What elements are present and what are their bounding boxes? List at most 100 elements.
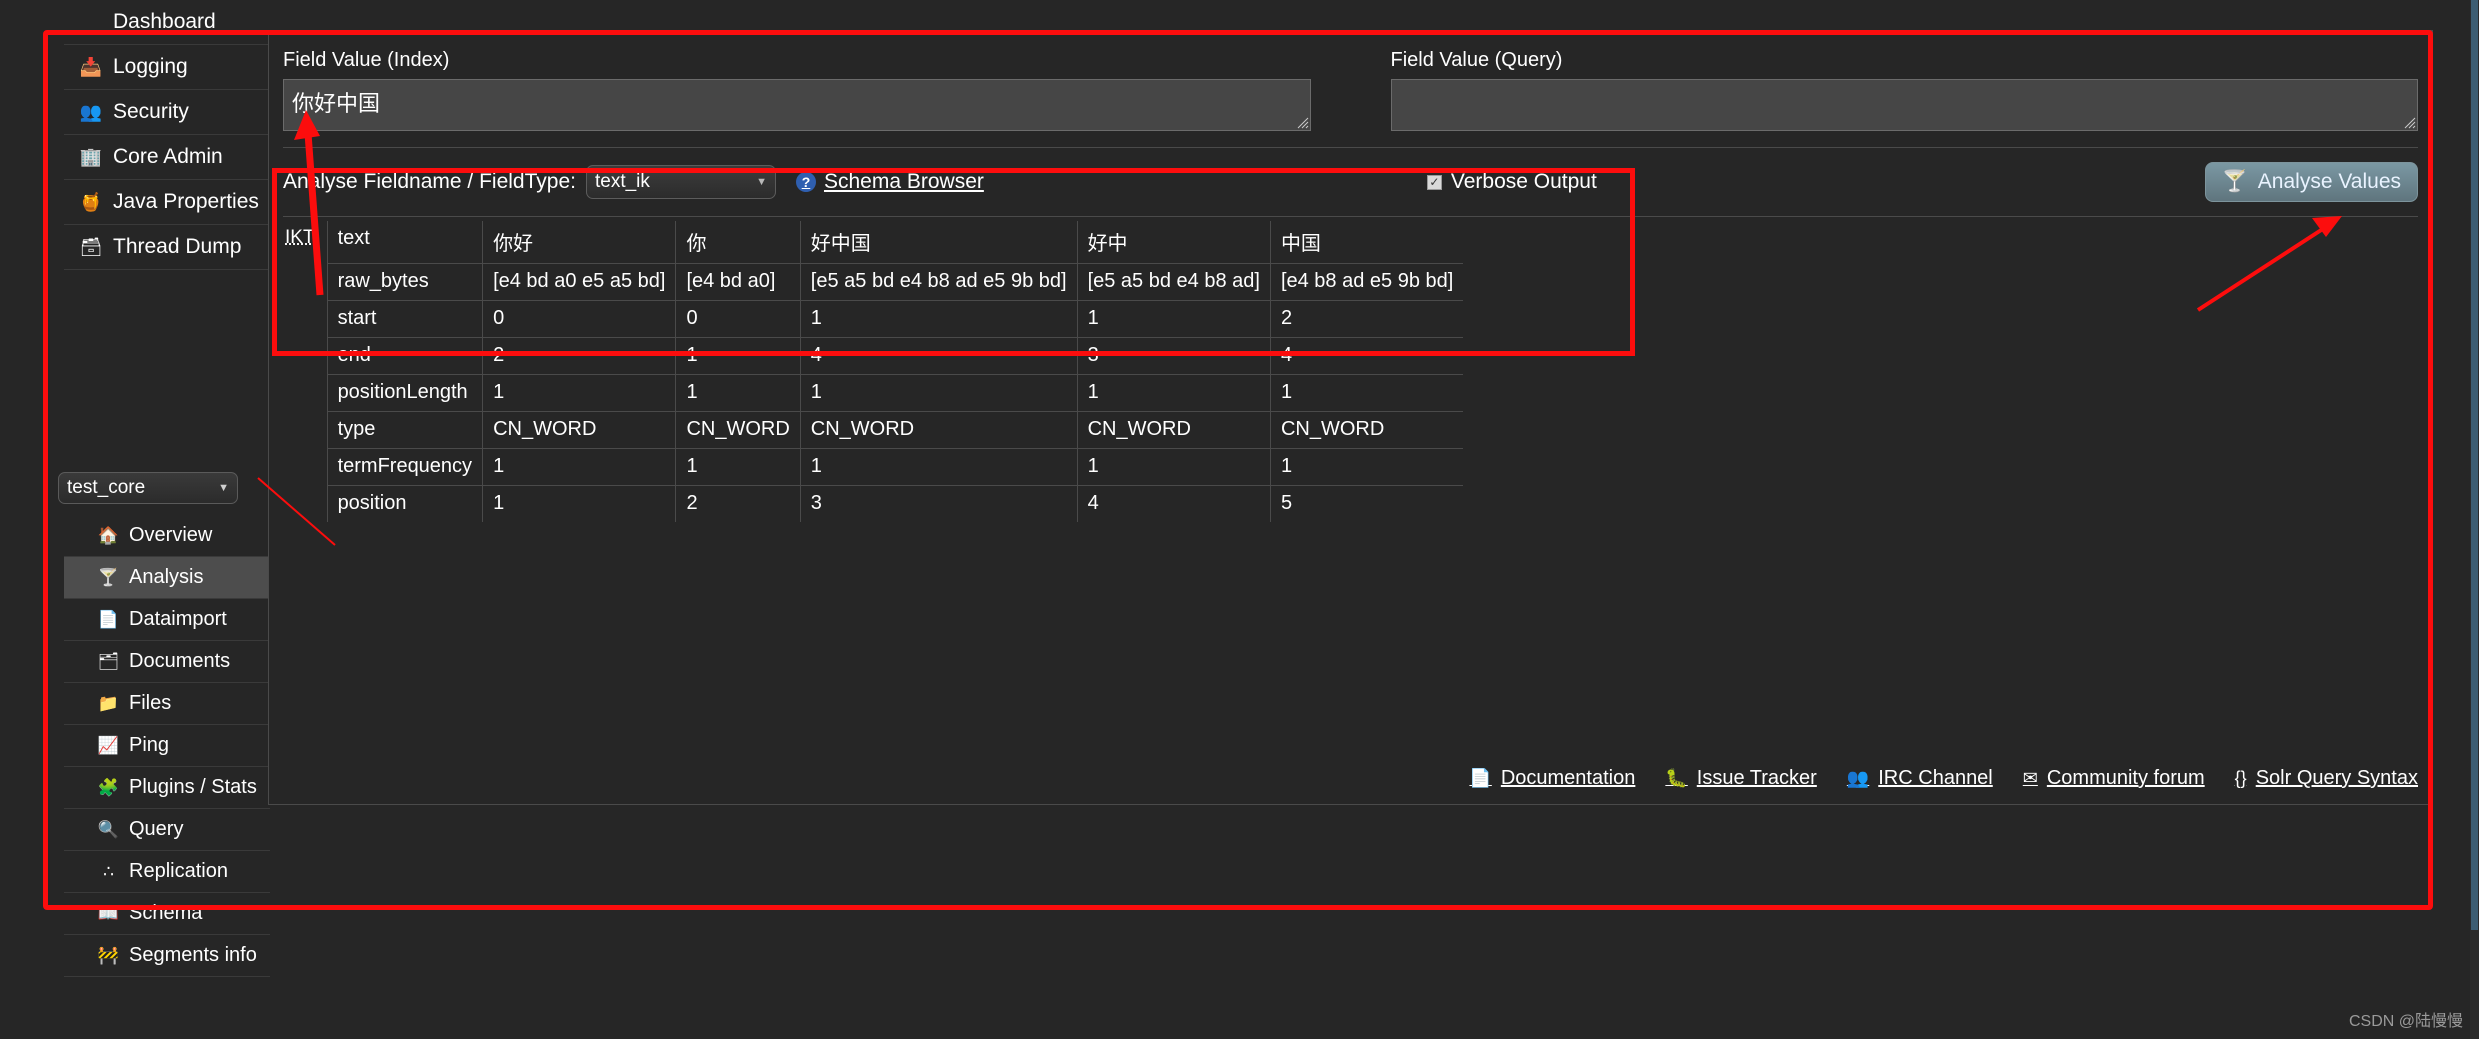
sidebar-item-label: Replication [129, 860, 228, 882]
footer-link-documentation[interactable]: 📄 Documentation [1469, 767, 1635, 790]
issue-tracker-icon: 🐛 [1665, 768, 1688, 788]
table-row: position 1 2 3 4 5 [283, 485, 1463, 522]
table-cell: 4 [1270, 337, 1464, 375]
page-scrollbar[interactable] [2470, 0, 2479, 1039]
analyse-values-label: Analyse Values [2257, 170, 2401, 193]
footer-link-irc-channel[interactable]: 👥 IRC Channel [1847, 767, 1993, 790]
schema-icon: 📖 [97, 904, 120, 923]
table-cell: 2 [482, 337, 677, 375]
sidebar-item-ping[interactable]: 📈 Ping [64, 725, 270, 767]
solr-query-syntax-icon: {} [2234, 768, 2247, 788]
core-selector[interactable]: test_core ▼ [58, 472, 238, 504]
table-row: start 0 0 1 1 2 [283, 300, 1464, 338]
analyzer-abbr: IKT [283, 221, 328, 522]
sidebar-item-overview[interactable]: 🏠 Overview [64, 515, 270, 557]
table-row: raw_bytes [e4 bd a0 e5 a5 bd] [e4 bd a0] [e… [283, 263, 1464, 301]
sidebar-item-label: Documents [129, 650, 231, 672]
sidebar-item-label: Dashboard [113, 10, 216, 33]
table-cell: [e5 a5 bd e4 b8 ad e5 9b bd] [800, 263, 1078, 301]
table-cell: 5 [1280, 492, 1293, 514]
table-row-key: termFrequency [327, 448, 484, 486]
table-cell: 1 [1077, 374, 1271, 412]
table-cell: 好中国 [800, 221, 1078, 264]
sidebar-item-security[interactable]: 👥 Security [64, 90, 270, 135]
sidebar-item-label: Analysis [129, 566, 204, 588]
irc-channel-icon: 👥 [1846, 768, 1870, 788]
sidebar-item-dashboard[interactable]: Dashboard [64, 0, 270, 45]
scrollbar-thumb[interactable] [2471, 0, 2478, 930]
footer-link-label: Documentation [1500, 767, 1636, 789]
core-admin-icon: 🏢 [79, 147, 103, 167]
sidebar-item-java-properties[interactable]: 🍯 Java Properties [64, 180, 270, 225]
sidebar-item-schema[interactable]: 📖 Schema [64, 893, 270, 935]
table-cell: CN_WORD [675, 411, 801, 449]
table-cell: CN_WORD [1270, 411, 1464, 449]
schema-browser-link[interactable]: ? Schema Browser [795, 170, 984, 194]
table-cell: 1 [800, 374, 1078, 412]
table-cell: CN_WORD [1077, 411, 1271, 449]
table-cell: 1 [482, 374, 677, 412]
table-cell: 2 [1270, 300, 1464, 338]
sidebar-item-label: Dataimport [129, 608, 227, 630]
table-cell: [e4 b8 ad e5 9b bd] [1270, 263, 1464, 301]
field-value-index-wrap [283, 79, 1311, 131]
table-cell: [e4 bd a0 e5 a5 bd] [482, 263, 677, 301]
table-row: type CN_WORD CN_WORD CN_WORD CN_WORD CN_WORD [283, 411, 1464, 449]
sidebar-item-dataimport[interactable]: 📄 Dataimport [64, 599, 270, 641]
checkbox-icon[interactable]: ✓ [1426, 174, 1442, 190]
table-row: termFrequency 1 1 1 1 1 [283, 448, 1464, 486]
sidebar-item-documents[interactable]: 🗂 Documents [64, 641, 270, 683]
sidebar-item-label: Query [129, 818, 184, 840]
footer-link-label: Solr Query Syntax [2255, 767, 2418, 789]
table-row-key: positionLength [327, 374, 484, 412]
fieldtype-select[interactable]: text_ik ▼ [585, 165, 776, 199]
overview-icon: 🏠 [97, 526, 120, 545]
table-cell: 1 [482, 485, 677, 522]
sidebar-item-core-admin[interactable]: 🏢 Core Admin [64, 135, 270, 180]
footer-link-solr-query-syntax[interactable]: {} Solr Query Syntax [2235, 767, 2418, 790]
sidebar-item-segments-info[interactable]: 🚧 Segments info [64, 935, 270, 977]
table-row: end 2 1 4 3 4 [283, 337, 1464, 375]
field-value-query-label: Field Value (Query) [1390, 49, 1563, 71]
sidebar-item-thread-dump[interactable]: 🗃 Thread Dump [64, 225, 270, 270]
field-value-index-input[interactable] [283, 79, 1311, 131]
analyse-fieldname-label: Analyse Fieldname / FieldType: [283, 170, 576, 193]
analyse-values-button[interactable]: 🍸 Analyse Values [2204, 162, 2418, 202]
verbose-output-toggle[interactable]: ✓ Verbose Output [1426, 170, 1597, 194]
sidebar-item-logging[interactable]: 📥 Logging [64, 45, 270, 90]
field-value-query-input[interactable] [1390, 79, 2418, 131]
sidebar-item-analysis[interactable]: 🍸 Analysis [64, 557, 270, 599]
sidebar-item-query[interactable]: 🔍 Query [64, 809, 270, 851]
sidebar-item-replication[interactable]: ∴ Replication [64, 851, 270, 893]
sidebar-item-label: Plugins / Stats [129, 776, 257, 798]
table-row-key: position [327, 485, 484, 522]
table-cell: 你好 [482, 221, 677, 264]
sidebar-item-label: Security [113, 100, 189, 123]
table-row-key: raw_bytes [327, 263, 484, 301]
table-row: positionLength 1 1 1 1 1 [283, 374, 1464, 412]
plugins-stats-icon: 🧩 [97, 778, 120, 797]
table-cell: 1 [482, 448, 677, 486]
files-icon: 📁 [97, 694, 120, 713]
field-value-query-wrap [1390, 79, 2418, 131]
table-cell: 中国 [1270, 221, 1464, 264]
footer-link-community-forum[interactable]: ✉ Community forum [2023, 767, 2205, 790]
sidebar-item-label: Java Properties [113, 190, 259, 213]
table-cell: 4 [1077, 485, 1271, 522]
table-row-key: end [327, 337, 484, 375]
documents-icon: 🗂 [97, 652, 120, 671]
table-row-key: text [327, 221, 484, 264]
core-selector-value: test_core [67, 477, 146, 498]
table-cell: 好中 [1077, 221, 1271, 264]
java-properties-icon: 🍯 [79, 192, 103, 212]
schema-browser-label: Schema Browser [823, 170, 984, 193]
table-cell: [e5 a5 bd e4 b8 ad] [1077, 263, 1271, 301]
footer-link-issue-tracker[interactable]: 🐛 Issue Tracker [1665, 767, 1816, 790]
table-cell: 3 [800, 485, 1078, 522]
sidebar-item-plugins-stats[interactable]: 🧩 Plugins / Stats [64, 767, 270, 809]
sidebar-item-files[interactable]: 📁 Files [64, 683, 270, 725]
table-cell: 1 [1077, 300, 1271, 338]
footer-link-label: Issue Tracker [1696, 767, 1817, 789]
chevron-down-icon: ▼ [756, 176, 767, 188]
table-cell: 1 [1270, 448, 1464, 486]
